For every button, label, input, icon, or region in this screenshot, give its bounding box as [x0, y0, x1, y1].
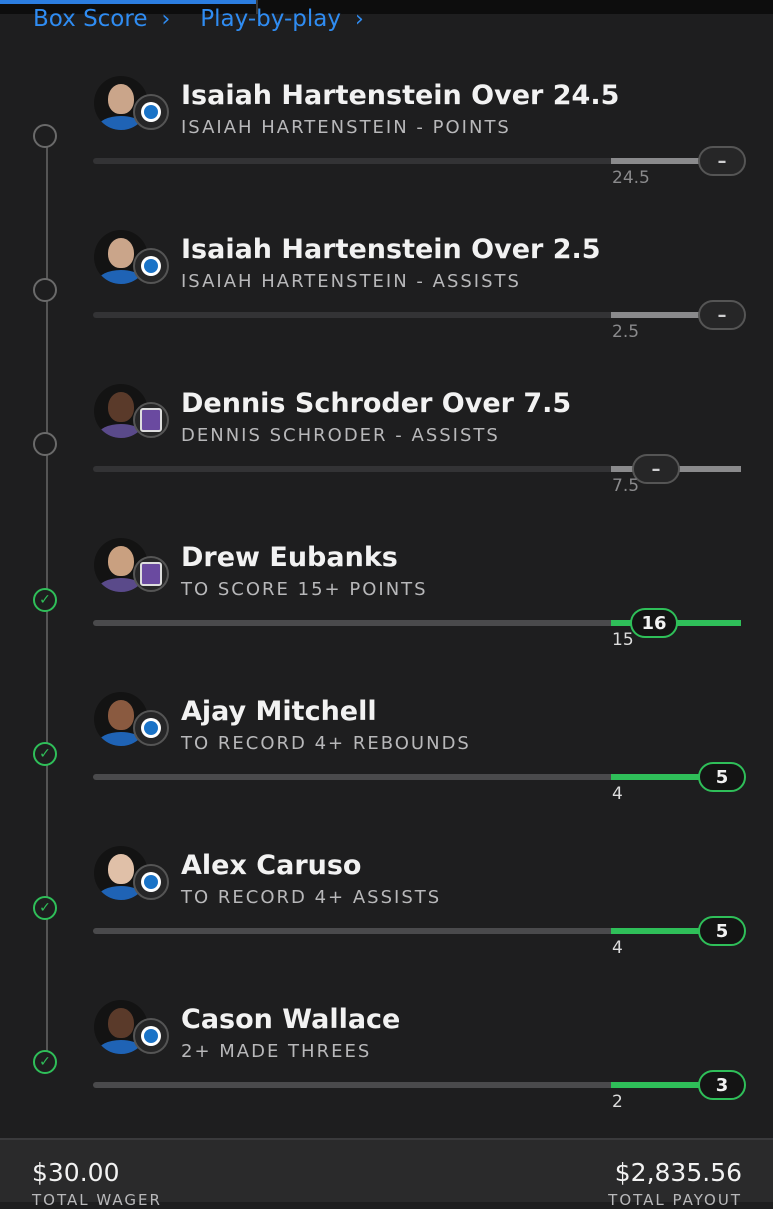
current-stat-pill: – [698, 146, 746, 176]
leg-subtitle: ISAIAH HARTENSTEIN - ASSISTS [181, 271, 521, 292]
play-by-play-link[interactable]: Play-by-play › [200, 6, 363, 32]
leg-title: Isaiah Hartenstein Over 2.5 [181, 234, 601, 265]
progress-fill [611, 928, 703, 934]
parlay-leg[interactable]: Alex Caruso TO RECORD 4+ ASSISTS 5 4 [0, 846, 773, 1000]
chevron-right-icon: › [354, 6, 364, 32]
bet-summary-footer: $30.00 TOTAL WAGER $2,835.56 TOTAL PAYOU… [0, 1138, 773, 1209]
threshold-label: 15 [612, 630, 634, 650]
total-wager-label: TOTAL WAGER [32, 1191, 162, 1209]
kings-badge [140, 408, 162, 432]
player-face [108, 546, 134, 576]
sacramento-kings-logo-icon [133, 402, 169, 438]
leg-title: Alex Caruso [181, 850, 362, 881]
okc-thunder-logo-icon [133, 864, 169, 900]
leg-subtitle: ISAIAH HARTENSTEIN - POINTS [181, 117, 511, 138]
play-by-play-label: Play-by-play [200, 6, 341, 32]
parlay-leg[interactable]: Drew Eubanks TO SCORE 15+ POINTS 16 15 [0, 538, 773, 692]
box-score-link[interactable]: Box Score › [33, 6, 170, 32]
player-face [108, 854, 134, 884]
player-face [108, 84, 134, 114]
threshold-label: 2 [612, 1092, 623, 1112]
okc-badge [141, 872, 161, 892]
okc-badge [141, 1026, 161, 1046]
player-face [108, 392, 134, 422]
leg-subtitle: TO RECORD 4+ REBOUNDS [181, 733, 471, 754]
player-face [108, 1008, 134, 1038]
player-face [108, 700, 134, 730]
parlay-leg[interactable]: Dennis Schroder Over 7.5 DENNIS SCHRODER… [0, 384, 773, 538]
current-stat-pill: 3 [698, 1070, 746, 1100]
leg-subtitle: TO SCORE 15+ POINTS [181, 579, 428, 600]
leg-title: Dennis Schroder Over 7.5 [181, 388, 572, 419]
threshold-label: 7.5 [612, 476, 640, 496]
sacramento-kings-logo-icon [133, 556, 169, 592]
threshold-segment [611, 312, 703, 318]
chevron-right-icon: › [161, 6, 171, 32]
leg-title: Ajay Mitchell [181, 696, 377, 727]
leg-subtitle: 2+ MADE THREES [181, 1041, 372, 1062]
leg-title: Drew Eubanks [181, 542, 398, 573]
threshold-label: 4 [612, 784, 623, 804]
parlay-leg[interactable]: Isaiah Hartenstein Over 24.5 ISAIAH HART… [0, 76, 773, 230]
threshold-label: 2.5 [612, 322, 640, 342]
progress-fill [611, 774, 703, 780]
okc-thunder-logo-icon [133, 248, 169, 284]
kings-badge [140, 562, 162, 586]
total-payout-label: TOTAL PAYOUT [608, 1191, 742, 1209]
leg-subtitle: TO RECORD 4+ ASSISTS [181, 887, 442, 908]
total-wager-amount: $30.00 [32, 1158, 120, 1187]
current-stat-pill: 5 [698, 916, 746, 946]
leg-title: Isaiah Hartenstein Over 24.5 [181, 80, 620, 111]
box-score-label: Box Score [33, 6, 148, 32]
parlay-leg[interactable]: Cason Wallace 2+ MADE THREES 3 2 [0, 1000, 773, 1154]
parlay-leg[interactable]: Isaiah Hartenstein Over 2.5 ISAIAH HARTE… [0, 230, 773, 384]
okc-badge [141, 256, 161, 276]
game-links: Box Score › Play-by-play › [33, 2, 364, 36]
current-stat-pill: 16 [630, 608, 678, 638]
parlay-leg[interactable]: Ajay Mitchell TO RECORD 4+ REBOUNDS 5 4 [0, 692, 773, 846]
leg-title: Cason Wallace [181, 1004, 401, 1035]
current-stat-pill: – [632, 454, 680, 484]
total-payout-amount: $2,835.56 [614, 1158, 742, 1187]
current-stat-pill: 5 [698, 762, 746, 792]
progress-fill [611, 1082, 703, 1088]
threshold-label: 4 [612, 938, 623, 958]
okc-thunder-logo-icon [133, 710, 169, 746]
current-stat-pill: – [698, 300, 746, 330]
okc-badge [141, 718, 161, 738]
player-face [108, 238, 134, 268]
threshold-segment [611, 158, 703, 164]
okc-thunder-logo-icon [133, 94, 169, 130]
okc-thunder-logo-icon [133, 1018, 169, 1054]
threshold-label: 24.5 [612, 168, 650, 188]
okc-badge [141, 102, 161, 122]
leg-subtitle: DENNIS SCHRODER - ASSISTS [181, 425, 500, 446]
